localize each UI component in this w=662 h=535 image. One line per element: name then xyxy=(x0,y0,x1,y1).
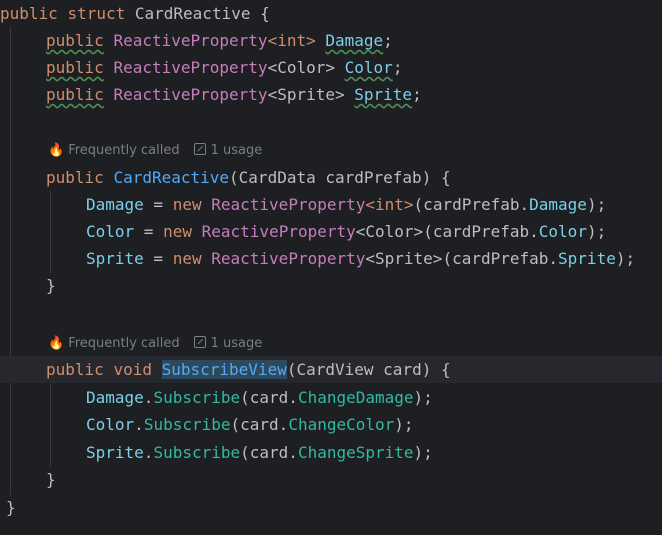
code-line-12[interactable]: public void SubscribeView(CardView card)… xyxy=(0,356,662,383)
arg-prefix: (card. xyxy=(240,443,298,462)
semicolon: ; xyxy=(383,31,393,50)
field-name: Sprite xyxy=(354,85,413,104)
code-line-4[interactable]: public ReactiveProperty<Sprite> Sprite; xyxy=(0,81,662,108)
code-line-15[interactable]: Sprite.Subscribe(card.ChangeSprite); xyxy=(0,439,662,466)
keyword: new xyxy=(172,249,202,268)
field-ref: Color xyxy=(86,415,135,434)
keyword: public xyxy=(46,360,104,379)
brace: { xyxy=(260,4,270,23)
code-line-9[interactable]: Sprite = new ReactiveProperty<Sprite>(ca… xyxy=(0,245,662,272)
code-line-16[interactable]: } xyxy=(0,466,662,493)
type-arg: <Sprite> xyxy=(365,249,443,268)
close-paren: ); xyxy=(586,222,607,241)
keyword: struct xyxy=(67,4,126,23)
code-line-10[interactable]: } xyxy=(0,272,662,299)
field-name: Damage xyxy=(325,31,384,50)
keyword: public xyxy=(46,31,104,50)
method-ref: ChangeDamage xyxy=(297,388,414,407)
close-paren: ); xyxy=(394,415,414,434)
method-call: Subscribe xyxy=(153,388,241,407)
dot: . xyxy=(143,443,154,462)
type-arg: <int> xyxy=(267,31,316,50)
semicolon: ; xyxy=(392,58,403,77)
type-arg: <Sprite> xyxy=(267,85,345,104)
code-vision-hint[interactable]: 🔥 Frequently called 1 usage xyxy=(48,141,262,161)
keyword: public xyxy=(46,85,104,104)
field-ref: Sprite xyxy=(86,443,144,462)
struct-name: CardReactive xyxy=(134,4,251,23)
code-editor[interactable]: public struct CardReactive { public Reac… xyxy=(0,0,662,535)
member-ref: Color xyxy=(538,222,587,241)
brace: } xyxy=(6,498,16,517)
close-paren: ); xyxy=(413,388,433,407)
arg-prefix: (cardPrefab. xyxy=(423,222,539,241)
keyword: void xyxy=(113,360,152,379)
field-ref: Damage xyxy=(86,195,144,214)
type-name: ReactiveProperty xyxy=(201,222,356,241)
arg-prefix: (cardPrefab. xyxy=(442,249,559,268)
type-name: ReactiveProperty xyxy=(113,31,268,50)
usage-arrow-icon xyxy=(193,336,206,348)
code-line-2[interactable]: public ReactiveProperty<int> Damage; xyxy=(0,27,662,54)
code-line-3[interactable]: public ReactiveProperty<Color> Color; xyxy=(0,54,662,81)
arg-prefix: (cardPrefab. xyxy=(413,195,530,214)
assign-op: = xyxy=(134,222,164,241)
keyword: new xyxy=(172,195,202,214)
code-line-17[interactable]: } xyxy=(0,494,662,521)
field-ref: Color xyxy=(86,222,135,241)
close-paren: ); xyxy=(615,249,636,268)
close-paren: ); xyxy=(413,443,433,462)
member-ref: Sprite xyxy=(558,249,616,268)
code-line-6[interactable]: public CardReactive(CardData cardPrefab)… xyxy=(0,164,662,191)
code-line-13[interactable]: Damage.Subscribe(card.ChangeDamage); xyxy=(0,384,662,411)
type-name: ReactiveProperty xyxy=(113,58,268,77)
parameter-list: (CardData cardPrefab) { xyxy=(229,168,451,187)
member-ref: Damage xyxy=(529,195,587,214)
field-name: Color xyxy=(344,58,393,77)
usage-count-label[interactable]: 1 usage xyxy=(211,336,263,351)
frequently-called-label: Frequently called xyxy=(68,143,180,158)
type-arg: <Color> xyxy=(267,58,335,77)
close-paren: ); xyxy=(586,195,607,214)
keyword: public xyxy=(46,168,104,187)
usage-count-label[interactable]: 1 usage xyxy=(211,143,263,158)
keyword: public xyxy=(46,58,104,77)
type-arg: <int> xyxy=(365,195,414,214)
method-ref: ChangeSprite xyxy=(297,443,414,462)
code-line-14[interactable]: Color.Subscribe(card.ChangeColor); xyxy=(0,411,662,438)
keyword: public xyxy=(0,4,58,23)
method-call: Subscribe xyxy=(143,415,231,434)
dot: . xyxy=(134,415,144,434)
field-ref: Sprite xyxy=(86,249,144,268)
keyword: new xyxy=(163,222,192,241)
constructor-name: CardReactive xyxy=(113,168,230,187)
fire-icon: 🔥 xyxy=(48,143,65,158)
method-name: SubscribeView xyxy=(161,360,287,379)
assign-op: = xyxy=(143,195,173,214)
brace: } xyxy=(46,470,56,489)
method-call: Subscribe xyxy=(153,443,241,462)
method-ref: ChangeColor xyxy=(288,415,395,434)
usage-arrow-icon xyxy=(193,143,206,155)
code-line-8[interactable]: Color = new ReactiveProperty<Color>(card… xyxy=(0,218,662,245)
type-arg: <Color> xyxy=(355,222,424,241)
dot: . xyxy=(143,388,154,407)
arg-prefix: (card. xyxy=(230,415,289,434)
type-name: ReactiveProperty xyxy=(211,195,366,214)
semicolon: ; xyxy=(412,85,422,104)
parameter-list: (CardView card) { xyxy=(286,360,451,379)
assign-op: = xyxy=(143,249,173,268)
arg-prefix: (card. xyxy=(240,388,298,407)
field-ref: Damage xyxy=(86,388,144,407)
code-line-7[interactable]: Damage = new ReactiveProperty<int>(cardP… xyxy=(0,191,662,218)
code-line-1[interactable]: public struct CardReactive { xyxy=(0,0,662,27)
brace: } xyxy=(46,276,56,295)
type-name: ReactiveProperty xyxy=(211,249,366,268)
code-vision-hint[interactable]: 🔥 Frequently called 1 usage xyxy=(48,334,262,354)
fire-icon: 🔥 xyxy=(48,336,65,351)
frequently-called-label: Frequently called xyxy=(68,336,180,351)
type-name: ReactiveProperty xyxy=(113,85,268,104)
